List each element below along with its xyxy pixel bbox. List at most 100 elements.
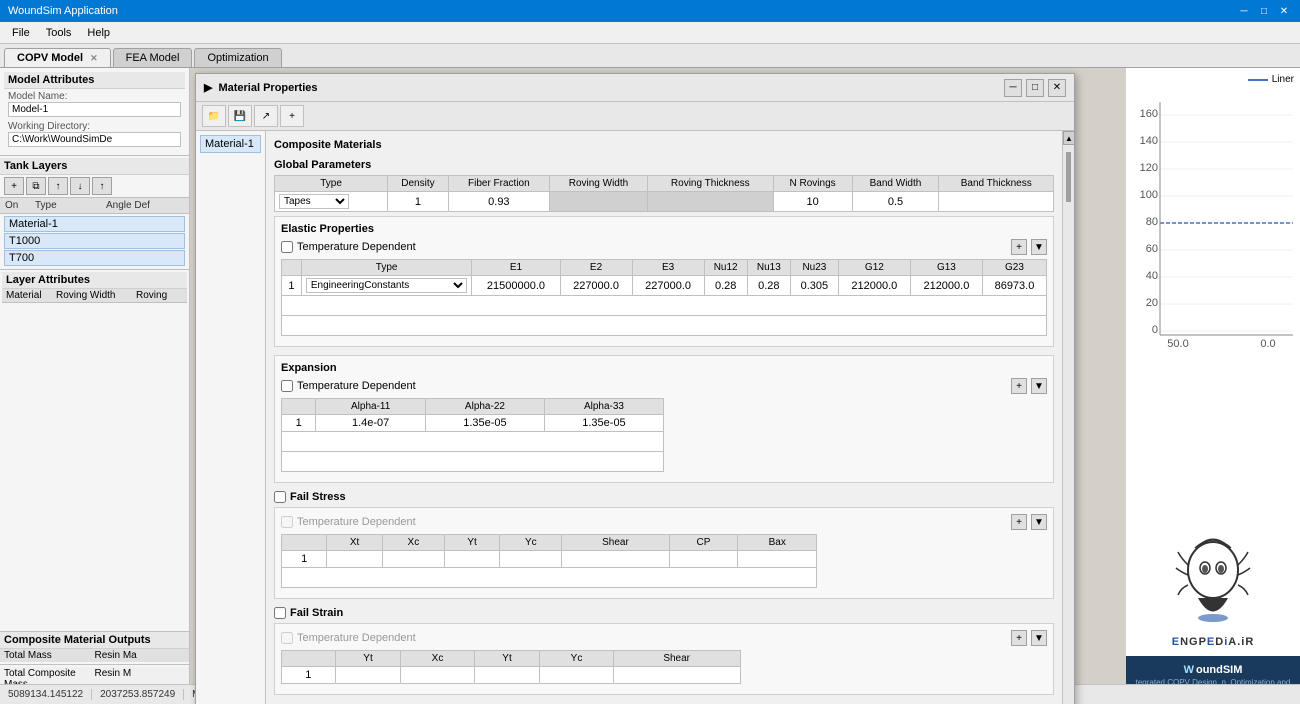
model-name-input[interactable] (8, 102, 181, 117)
elastic-table: Type E1 E2 E3 Nu12 Nu13 Nu23 G12 G13 G (281, 259, 1047, 336)
toolbar-export-btn[interactable]: ↗ (254, 105, 278, 127)
title-bar: WoundSim Application ─ □ ✕ (0, 0, 1300, 22)
menu-tools[interactable]: Tools (38, 25, 80, 41)
th-fst-yt: Yt (335, 651, 401, 667)
comp-col-mass: Total Mass (4, 650, 95, 661)
chart-svg: 160 140 120 100 80 60 40 20 0 (1128, 87, 1300, 517)
scroll-top-btn[interactable]: ▲ (1063, 131, 1075, 145)
elastic-g13: 212000.0 (910, 276, 982, 296)
main-layout: Model Attributes Model Name: Working Dir… (0, 68, 1300, 704)
add-layer-btn[interactable]: + (4, 177, 24, 195)
fail-strain-checkbox[interactable] (274, 607, 286, 619)
th-fst-yc: Yc (540, 651, 613, 667)
chart-area: Liner 160 140 120 100 80 60 40 20 0 (1126, 68, 1300, 522)
fail-stress-remove-btn[interactable]: ▼ (1031, 514, 1047, 530)
scroll-track[interactable] (1063, 145, 1074, 704)
dialog-body: Material-1 Composite Materials Global Pa… (196, 131, 1074, 704)
svg-text:120: 120 (1140, 162, 1158, 174)
fail-stress-checkbox[interactable] (274, 491, 286, 503)
expansion-title: Expansion (281, 362, 337, 374)
elastic-nu13: 0.28 (747, 276, 790, 296)
copy-layer-btn[interactable]: ⧉ (26, 177, 46, 195)
close-btn[interactable]: ✕ (1276, 3, 1292, 19)
elastic-add-btn[interactable]: + (1011, 239, 1027, 255)
fail-stress-temp-checkbox[interactable] (281, 516, 293, 528)
col-type: Type (34, 199, 105, 212)
tab-copv-close-icon[interactable]: ✕ (90, 53, 98, 63)
fail-strain-add-btn[interactable]: + (1011, 630, 1027, 646)
fail-strain-temp-checkbox[interactable] (281, 632, 293, 644)
fs-yt (444, 551, 499, 568)
expansion-temp-label: Temperature Dependent (297, 380, 416, 392)
minimize-btn[interactable]: ─ (1236, 3, 1252, 19)
model-name-label: Model Name: (8, 91, 181, 102)
expansion-remove-btn[interactable]: ▼ (1031, 378, 1047, 394)
expansion-header: Expansion (281, 362, 1047, 374)
scroll-thumb[interactable] (1066, 152, 1071, 202)
composite-outputs-title: Composite Material Outputs (0, 632, 189, 649)
dialog-minimize-btn[interactable]: ─ (1004, 79, 1022, 97)
fail-strain-title: Fail Strain (290, 607, 343, 619)
th-g12: G12 (838, 260, 910, 276)
th-e3: E3 (632, 260, 704, 276)
elastic-e3: 227000.0 (632, 276, 704, 296)
fail-stress-subsection: Temperature Dependent + ▼ Xt Xc (274, 507, 1054, 599)
temp-dependent-checkbox[interactable] (281, 241, 293, 253)
global-type-cell: Tapes (275, 192, 388, 212)
th-e-type: Type (301, 260, 472, 276)
tab-optimization[interactable]: Optimization (194, 48, 281, 67)
elastic-remove-btn[interactable]: ▼ (1031, 239, 1047, 255)
dialog-close-btn[interactable]: ✕ (1048, 79, 1066, 97)
maximize-btn[interactable]: □ (1256, 3, 1272, 19)
menu-help[interactable]: Help (79, 25, 118, 41)
material-item-2[interactable]: T700 (4, 250, 185, 266)
fail-strain-remove-btn[interactable]: ▼ (1031, 630, 1047, 646)
dialog-mat-item-0[interactable]: Material-1 (200, 135, 261, 153)
global-params-row-0: Tapes 1 0.93 10 0.5 (275, 192, 1054, 212)
elastic-type-select[interactable]: EngineeringConstants (306, 278, 468, 293)
elastic-e1: 21500000.0 (472, 276, 560, 296)
move-up-btn[interactable]: ↑ (48, 177, 68, 195)
fst-shear (613, 667, 740, 684)
tab-fea-model[interactable]: FEA Model (113, 48, 193, 67)
fst-yt2 (474, 667, 540, 684)
th-fst-yt2: Yt (474, 651, 540, 667)
tab-copv-model[interactable]: COPV Model ✕ (4, 48, 111, 67)
col-material: Material (6, 290, 56, 301)
th-fs-num (282, 535, 327, 551)
dialog-title: ▶ Material Properties (204, 81, 318, 94)
th-nu23: Nu23 (790, 260, 838, 276)
tank-layers-toolbar: + ⧉ ↑ ↓ ↑ (0, 175, 189, 197)
toolbar-open-btn[interactable]: 📁 (202, 105, 226, 127)
layer-attributes-title: Layer Attributes (2, 272, 187, 289)
dialog-title-text: Material Properties (218, 82, 317, 94)
fail-stress-add-btn[interactable]: + (1011, 514, 1027, 530)
fail-stress-title: Fail Stress (290, 491, 346, 503)
svg-text:140: 140 (1140, 135, 1158, 147)
model-attributes-section: Model Attributes Model Name: Working Dir… (0, 68, 189, 153)
expansion-temp-checkbox[interactable] (281, 380, 293, 392)
toolbar-add-btn[interactable]: + (280, 105, 304, 127)
dialog-material-list: Material-1 (196, 131, 266, 704)
expansion-add-btn[interactable]: + (1011, 378, 1027, 394)
material-item-0[interactable]: Material-1 (4, 216, 185, 232)
chart-legend: Liner (1128, 72, 1298, 87)
svg-text:50.0: 50.0 (1167, 338, 1188, 350)
move-down-btn[interactable]: ↓ (70, 177, 90, 195)
menu-file[interactable]: File (4, 25, 38, 41)
global-type-select[interactable]: Tapes (279, 194, 349, 209)
th-roving-thickness: Roving Thickness (647, 176, 773, 192)
svg-text:60: 60 (1146, 243, 1158, 255)
global-density-cell: 1 (388, 192, 449, 212)
working-dir-input[interactable] (8, 132, 181, 147)
material-item-1[interactable]: T1000 (4, 233, 185, 249)
delete-layer-btn[interactable]: ↑ (92, 177, 112, 195)
dialog-maximize-btn[interactable]: □ (1026, 79, 1044, 97)
material-list: Material-1 T1000 T700 (0, 214, 189, 269)
th-band-thickness: Band Thickness (939, 176, 1054, 192)
th-xt: Xt (327, 535, 382, 551)
temp-dependent-row: Temperature Dependent + ▼ (281, 239, 1047, 255)
svg-text:160: 160 (1140, 108, 1158, 120)
th-e1: E1 (472, 260, 560, 276)
toolbar-save-small-btn[interactable]: 💾 (228, 105, 252, 127)
